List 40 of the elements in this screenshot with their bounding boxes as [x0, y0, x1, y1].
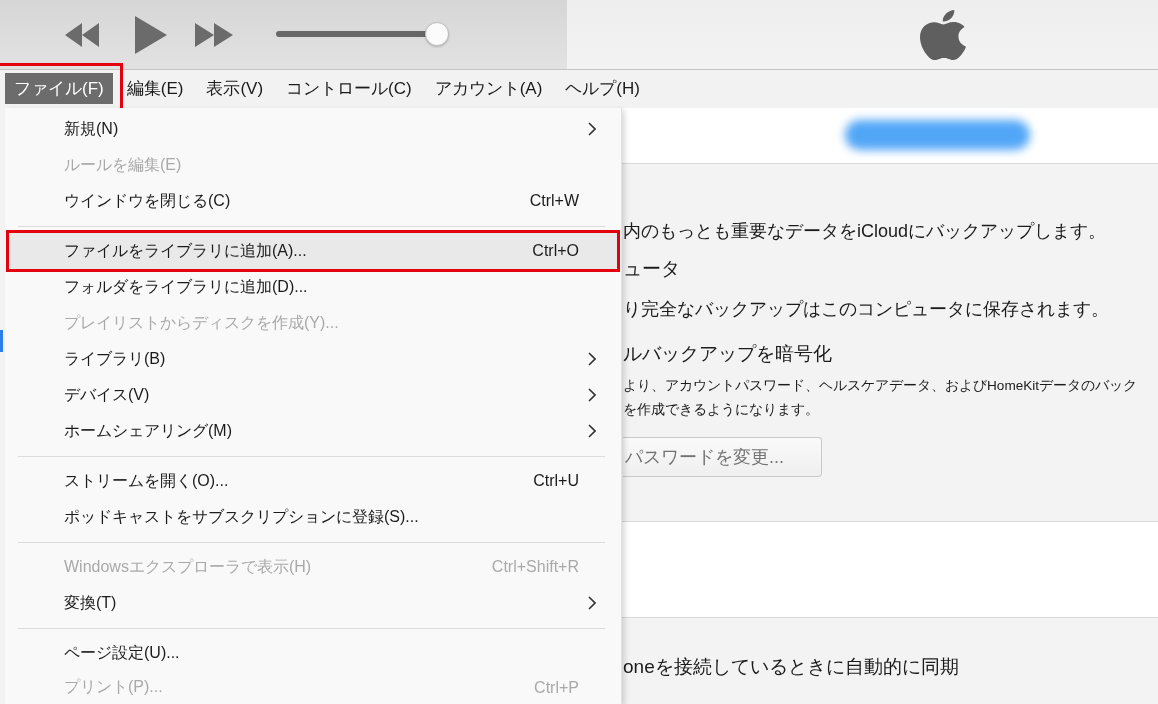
menu-bar-item[interactable]: 表示(V): [197, 73, 273, 104]
keyboard-shortcut: Ctrl+W: [529, 192, 579, 210]
menu-item[interactable]: ファイルをライブラリに追加(A)... Ctrl+O: [9, 233, 617, 269]
description-text: を作成できるようになります。: [623, 401, 820, 419]
menu-item[interactable]: 新規(N): [9, 111, 617, 147]
chevron-right-icon: [588, 596, 596, 610]
description-text: 内のもっとも重要なデータをiCloudにバックアップします。: [623, 220, 1108, 243]
menu-item[interactable]: ページ設定(U)...: [9, 635, 617, 671]
menu-bar-item[interactable]: ヘルプ(H): [556, 73, 649, 104]
menu-item[interactable]: ストリームを開く(O)... Ctrl+U: [9, 463, 617, 499]
menu-item[interactable]: 変換(T): [9, 585, 617, 621]
menu-item[interactable]: デバイス(V): [9, 377, 617, 413]
description-text: より、アカウントパスワード、ヘルスケアデータ、およびHomeKitデータのバック: [623, 377, 1139, 395]
menu-item[interactable]: ライブラリ(B): [9, 341, 617, 377]
apple-icon: [920, 9, 966, 60]
menu-bar-item[interactable]: アカウント(A): [425, 73, 552, 104]
menu-bar-item[interactable]: ファイル(F): [5, 73, 113, 104]
keyboard-shortcut: Ctrl+U: [533, 472, 579, 490]
play-icon[interactable]: [135, 15, 167, 54]
chevron-right-icon: [588, 424, 596, 438]
chevron-right-icon: [588, 122, 596, 136]
volume-thumb[interactable]: [424, 21, 449, 46]
menu-bar-item[interactable]: コントロール(C): [277, 73, 421, 104]
rewind-icon[interactable]: [65, 22, 99, 47]
menu-item[interactable]: ウインドウを閉じる(C) Ctrl+W: [9, 183, 617, 219]
keyboard-shortcut: Ctrl+Shift+R: [491, 558, 579, 576]
description-text: り完全なバックアップはこのコンピュータに保存されます。: [623, 298, 1110, 321]
menu-item[interactable]: フォルダをライブラリに追加(D)...: [9, 269, 617, 305]
keyboard-shortcut: Ctrl+O: [532, 242, 579, 260]
keyboard-shortcut: Ctrl+P: [534, 678, 579, 697]
section-heading: ルバックアップを暗号化: [623, 342, 833, 366]
sync-option-text: oneを接続しているときに自動的に同期: [623, 655, 960, 679]
chevron-right-icon: [588, 388, 596, 402]
menu-bar-item[interactable]: 編集(E): [117, 73, 193, 104]
selection-marker: [0, 330, 3, 352]
section-heading: ュータ: [623, 257, 681, 281]
menu-item[interactable]: ポッドキャストをサブスクリプションに登録(S)...: [9, 499, 617, 535]
chevron-right-icon: [588, 352, 596, 366]
menu-item[interactable]: ホームシェアリング(M): [9, 413, 617, 449]
fast-forward-icon[interactable]: [195, 22, 233, 47]
